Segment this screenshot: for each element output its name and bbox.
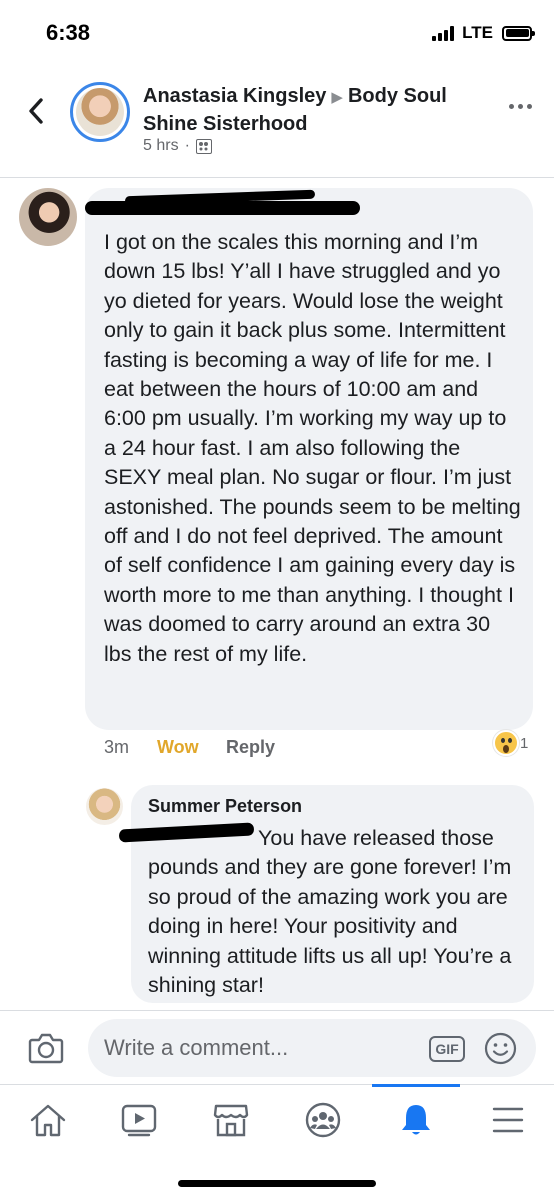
arrow-right-icon: ▶ xyxy=(331,89,343,106)
tab-notifications[interactable] xyxy=(370,1084,462,1155)
comment-actions: 3m Wow Reply xyxy=(104,737,275,758)
home-indicator[interactable] xyxy=(178,1180,376,1187)
wow-reaction-button[interactable]: Wow xyxy=(157,737,226,758)
status-indicators: LTE xyxy=(432,23,535,43)
comment-composer: GIF xyxy=(0,1010,554,1084)
back-button[interactable] xyxy=(22,94,50,128)
battery-icon xyxy=(502,25,535,41)
comment-bubble: I got on the scales this morning and I’m… xyxy=(85,188,533,730)
home-icon xyxy=(30,1104,66,1137)
status-time: 6:38 xyxy=(46,20,91,45)
wow-emoji-icon xyxy=(493,730,519,756)
signal-icon xyxy=(432,25,455,41)
network-label: LTE xyxy=(462,23,493,42)
meta-separator: · xyxy=(184,137,190,154)
tab-menu[interactable] xyxy=(462,1085,554,1155)
tab-marketplace[interactable] xyxy=(185,1085,277,1155)
tab-groups[interactable] xyxy=(277,1085,369,1155)
emoji-button[interactable] xyxy=(484,1032,517,1065)
comment-time: 3m xyxy=(104,737,130,757)
groups-icon xyxy=(305,1102,341,1138)
group-members-icon xyxy=(195,138,212,154)
status-bar: 6:38 LTE xyxy=(0,0,554,66)
reply-text: You have released those pounds and they … xyxy=(148,826,512,998)
post-header: Anastasia Kingsley ▶ Body Soul Shine Siste… xyxy=(0,66,554,178)
tab-home[interactable] xyxy=(2,1085,94,1155)
reaction-count: 1 xyxy=(520,734,529,752)
author-avatar[interactable] xyxy=(70,82,130,142)
post-meta: 5 hrs · xyxy=(143,137,212,155)
smiley-icon xyxy=(484,1032,517,1065)
comment-input[interactable] xyxy=(104,1019,404,1077)
gif-button[interactable]: GIF xyxy=(429,1036,465,1062)
commenter-avatar[interactable] xyxy=(19,188,77,246)
post-title: Anastasia Kingsley ▶ Body Soul Shine Siste… xyxy=(143,83,483,137)
marketplace-icon xyxy=(213,1104,249,1137)
camera-icon xyxy=(28,1033,64,1064)
reply-bubble: Summer Peterson You have released those … xyxy=(118,785,534,1003)
chevron-left-icon xyxy=(29,98,43,124)
menu-icon xyxy=(492,1107,524,1133)
reply-author-name[interactable]: Summer Peterson xyxy=(148,795,524,817)
reaction-summary[interactable]: 1 xyxy=(493,730,528,756)
watch-icon xyxy=(121,1104,157,1137)
tab-watch[interactable] xyxy=(93,1085,185,1155)
more-options-button[interactable] xyxy=(509,104,532,109)
comment-input-box[interactable]: GIF xyxy=(88,1019,536,1077)
reply-button[interactable]: Reply xyxy=(226,737,275,758)
comment-text: I got on the scales this morning and I’m… xyxy=(104,230,521,666)
notifications-icon xyxy=(402,1105,430,1135)
reply-author-avatar[interactable] xyxy=(86,788,123,825)
camera-button[interactable] xyxy=(28,1032,64,1064)
author-name[interactable]: Anastasia Kingsley xyxy=(143,85,326,107)
post-time[interactable]: 5 hrs xyxy=(143,137,179,155)
tab-bar xyxy=(0,1084,554,1154)
